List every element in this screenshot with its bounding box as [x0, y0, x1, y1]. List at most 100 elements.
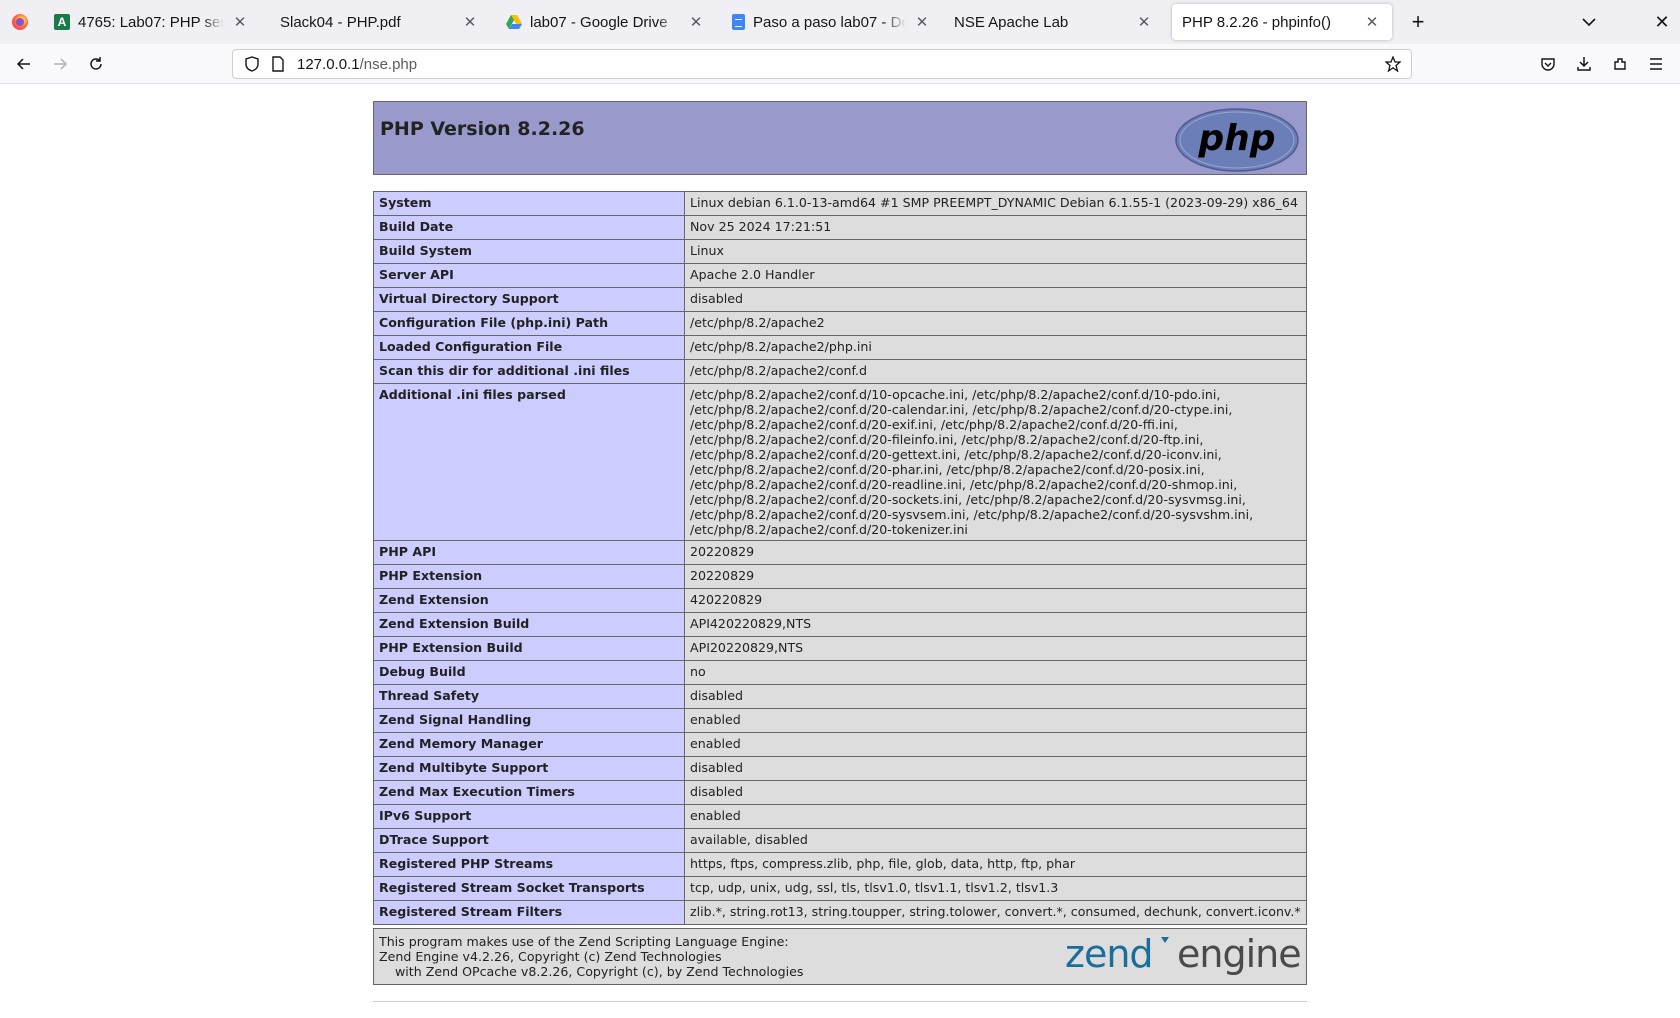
list-all-tabs-button[interactable]: [1577, 10, 1601, 34]
page-title: PHP Version 8.2.26: [380, 118, 585, 140]
reload-button[interactable]: [84, 52, 108, 76]
row-value: disabled: [684, 287, 1307, 312]
close-icon[interactable]: ✕: [912, 12, 932, 32]
url-host: 127.0.0.1: [297, 55, 360, 73]
row-key: Registered PHP Streams: [373, 852, 685, 877]
row-key: PHP Extension: [373, 564, 685, 589]
row-key: Zend Extension: [373, 588, 685, 613]
forward-button[interactable]: [48, 52, 72, 76]
tab-paso-a-paso-doc[interactable]: Paso a paso lab07 - Docum ✕: [722, 4, 942, 40]
zend-footer: This program makes use of the Zend Scrip…: [373, 928, 1307, 985]
row-value: https, ftps, compress.zlib, php, file, g…: [684, 852, 1307, 877]
table-row: Zend Memory Manager enabled: [373, 732, 1307, 757]
close-icon[interactable]: ✕: [686, 12, 706, 32]
row-value: enabled: [684, 732, 1307, 757]
tracking-protection-shield-icon[interactable]: [243, 55, 261, 73]
table-row: Virtual Directory Support disabled: [373, 287, 1307, 312]
url-path: /nse.php: [359, 55, 418, 73]
tab-title: Slack04 - PHP.pdf: [280, 13, 401, 31]
table-row: Zend Extension Build API420220829,NTS: [373, 612, 1307, 637]
row-key: Zend Memory Manager: [373, 732, 685, 757]
bookmark-star-icon[interactable]: [1381, 52, 1405, 76]
table-row: System Linux debian 6.1.0-13-amd64 #1 SMP…: [373, 191, 1307, 216]
table-row: DTrace Support available, disabled: [373, 828, 1307, 853]
table-row: Zend Extension 420220829: [373, 588, 1307, 613]
table-row: Zend Signal Handling enabled: [373, 708, 1307, 733]
table-row: Configuration File (php.ini) Path/etc/ph…: [373, 311, 1307, 336]
zend-engine-logo[interactable]: zend engine: [1065, 933, 1301, 981]
table-row: Build System Linux: [373, 239, 1307, 264]
row-value: 20220829: [684, 564, 1307, 589]
table-row: Server API Apache 2.0 Handler: [373, 263, 1307, 288]
row-value: API420220829,NTS: [684, 612, 1307, 637]
row-key: PHP Extension Build: [373, 636, 685, 661]
tab-title: 4765: Lab07: PHP server |: [78, 13, 224, 31]
row-value: Linux debian 6.1.0-13-amd64 #1 SMP PREEM…: [684, 191, 1307, 216]
row-key: Scan this dir for additional .ini files: [373, 359, 685, 384]
row-value: Apache 2.0 Handler: [684, 263, 1307, 288]
tab-google-drive[interactable]: lab07 - Google Drive ✕: [496, 4, 716, 40]
tab-moodle-lab07[interactable]: A 4765: Lab07: PHP server | ✕: [44, 4, 260, 40]
php-logo[interactable]: php: [1174, 107, 1300, 173]
phpinfo-header: PHP Version 8.2.26 php: [373, 101, 1307, 175]
tab-slack04-pdf[interactable]: Slack04 - PHP.pdf ✕: [270, 4, 490, 40]
table-row: Registered Stream Filters zlib.*, string.…: [373, 900, 1307, 925]
row-key: Loaded Configuration File: [373, 335, 685, 360]
row-value: API20220829,NTS: [684, 636, 1307, 661]
window-close-button[interactable]: ✕: [1650, 10, 1674, 34]
row-key: Registered Stream Socket Transports: [373, 876, 685, 901]
row-value: no: [684, 660, 1307, 685]
pocket-icon[interactable]: [1536, 52, 1560, 76]
row-value: /etc/php/8.2/apache2/conf.d/10-opcache.i…: [684, 383, 1307, 541]
google-drive-icon: [506, 14, 522, 30]
table-row: Loaded Configuration File/etc/php/8.2/ap…: [373, 335, 1307, 360]
back-button[interactable]: [12, 52, 36, 76]
php-logo-text: php: [1197, 118, 1275, 159]
zend-logo-word: zend: [1065, 933, 1153, 976]
close-icon[interactable]: ✕: [1362, 12, 1382, 32]
page-info-icon[interactable]: [269, 55, 287, 73]
moodle-icon: A: [54, 14, 70, 30]
address-bar[interactable]: 127.0.0.1/nse.php: [232, 49, 1412, 79]
row-value: enabled: [684, 804, 1307, 829]
row-key: IPv6 Support: [373, 804, 685, 829]
hamburger-menu-icon[interactable]: [1644, 52, 1668, 76]
close-icon[interactable]: ✕: [460, 12, 480, 32]
row-key: Zend Max Execution Timers: [373, 780, 685, 805]
row-key: DTrace Support: [373, 828, 685, 853]
row-key: Virtual Directory Support: [373, 287, 685, 312]
tab-phpinfo[interactable]: PHP 8.2.26 - phpinfo() ✕: [1172, 4, 1392, 40]
divider: [373, 1001, 1307, 1002]
table-row: PHP Extension Build API20220829,NTS: [373, 636, 1307, 661]
row-value: disabled: [684, 756, 1307, 781]
table-row: Thread Safety disabled: [373, 684, 1307, 709]
row-value: zlib.*, string.rot13, string.toupper, st…: [684, 900, 1307, 925]
firefox-menu-icon[interactable]: [0, 0, 40, 44]
url-text[interactable]: 127.0.0.1/nse.php: [297, 56, 1381, 73]
row-value: disabled: [684, 684, 1307, 709]
table-row: PHP Extension 20220829: [373, 564, 1307, 589]
downloads-icon[interactable]: [1572, 52, 1596, 76]
row-key: Additional .ini files parsed: [373, 383, 685, 541]
close-icon[interactable]: ✕: [1134, 12, 1154, 32]
row-key: Server API: [373, 263, 685, 288]
row-value: /etc/php/8.2/apache2/php.ini: [684, 335, 1307, 360]
new-tab-button[interactable]: +: [1406, 9, 1430, 34]
row-key: PHP API: [373, 540, 685, 565]
table-row: Registered PHP Streams https, ftps, compr…: [373, 852, 1307, 877]
tab-strip: A 4765: Lab07: PHP server | ✕ Slack04 - …: [0, 0, 1680, 44]
table-row: PHP API 20220829: [373, 540, 1307, 565]
tab-title: NSE Apache Lab: [954, 13, 1069, 31]
table-row: Debug Build no: [373, 660, 1307, 685]
row-key: Build System: [373, 239, 685, 264]
close-icon[interactable]: ✕: [230, 12, 250, 32]
table-row: Scan this dir for additional .ini files /…: [373, 359, 1307, 384]
row-key: Zend Signal Handling: [373, 708, 685, 733]
table-row: Zend Max Execution Timers disabled: [373, 780, 1307, 805]
row-key: Build Date: [373, 215, 685, 240]
tab-title: PHP 8.2.26 - phpinfo(): [1182, 13, 1331, 31]
extensions-icon[interactable]: [1608, 52, 1632, 76]
row-value: 20220829: [684, 540, 1307, 565]
tab-nse-apache-lab[interactable]: NSE Apache Lab ✕: [944, 4, 1164, 40]
table-row: Registered Stream Socket Transports tcp, …: [373, 876, 1307, 901]
